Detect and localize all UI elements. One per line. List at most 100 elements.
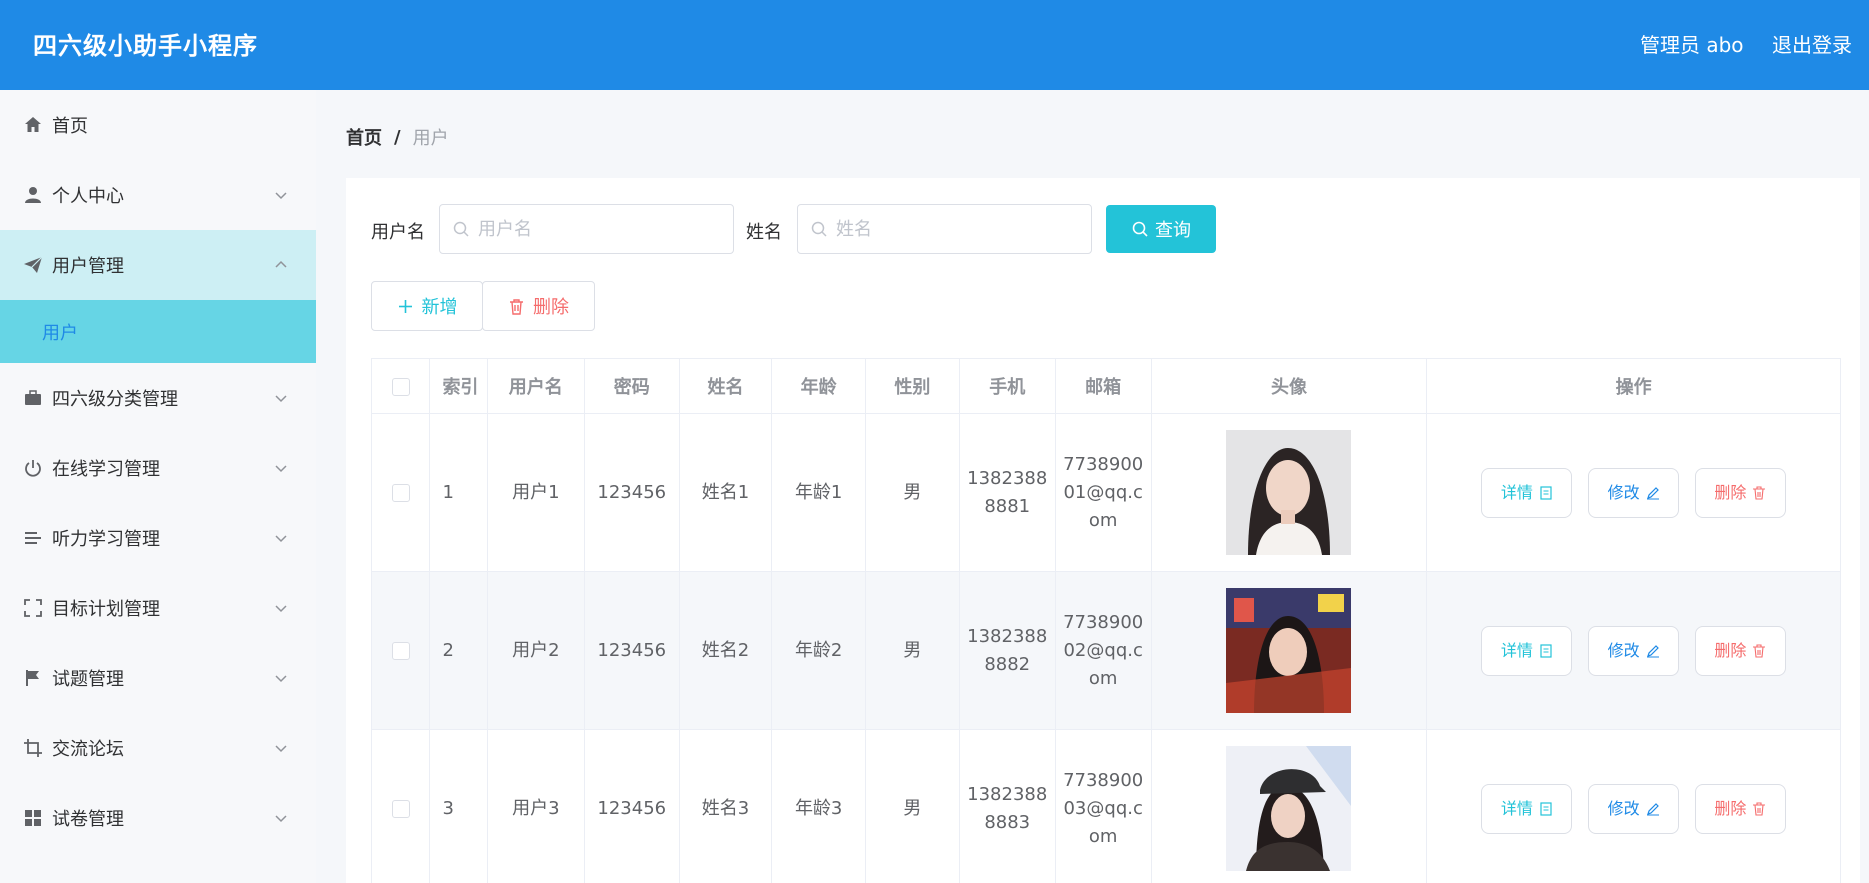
cell-name: 姓名3: [678, 729, 773, 883]
sidebar-item-home[interactable]: 首页: [0, 90, 316, 160]
sidebar-item-online-study[interactable]: 在线学习管理: [0, 433, 316, 503]
column-header-phone: 手机: [958, 358, 1056, 414]
detail-button-label: 详情: [1500, 482, 1533, 502]
cell-email: 773890002@qq.com: [1054, 571, 1152, 730]
batch-delete-button[interactable]: 删除: [482, 281, 595, 331]
sidebar-item-exam-paper[interactable]: 试卷管理: [0, 783, 316, 853]
briefcase-icon: [22, 387, 44, 409]
row-select-cell: [370, 729, 431, 883]
list-icon: [22, 527, 44, 549]
chevron-down-icon: [275, 605, 287, 613]
select-all-checkbox[interactable]: [391, 377, 410, 396]
sidebar-item-label: 个人中心: [52, 186, 124, 207]
pencil-icon: [1646, 644, 1659, 657]
delete-button-label: 删除: [1714, 482, 1747, 502]
breadcrumb-current: 用户: [412, 128, 449, 149]
column-header-index: 索引: [429, 358, 488, 414]
cell-gender: 男: [865, 571, 960, 730]
breadcrumb: 首页 / 用户: [346, 124, 449, 150]
phone-text: 13823888883: [967, 783, 1048, 833]
row-checkbox[interactable]: [391, 641, 410, 660]
table-row: 3 用户3 123456 姓名3 年龄3 男 13823888883 77389…: [370, 729, 1841, 883]
row-select-cell: [370, 571, 431, 730]
search-icon: [811, 221, 827, 237]
cell-age: 年龄1: [771, 413, 867, 572]
app-title: 四六级小助手小程序: [33, 32, 258, 60]
select-all-cell: [370, 358, 431, 414]
trash-icon: [1753, 485, 1766, 500]
detail-button[interactable]: 详情: [1481, 625, 1573, 676]
username-search-label: 用户名: [371, 222, 425, 243]
cell-username: 用户1: [486, 413, 585, 572]
trash-icon: [1753, 801, 1766, 816]
cell-avatar: [1150, 413, 1428, 572]
phone-text: 13823888881: [967, 467, 1048, 517]
row-checkbox[interactable]: [391, 799, 410, 818]
chevron-down-icon: [275, 192, 287, 200]
cell-actions: 详情 修改 删除: [1426, 729, 1841, 883]
sidebar-item-goal-plan[interactable]: 目标计划管理: [0, 573, 316, 643]
cell-username: 用户2: [486, 571, 585, 730]
breadcrumb-home[interactable]: 首页: [346, 124, 382, 150]
phone-text: 13823888882: [967, 625, 1048, 675]
cell-phone: 13823888882: [958, 571, 1056, 730]
username-search-box[interactable]: [439, 204, 734, 254]
cell-avatar: [1150, 571, 1428, 730]
delete-button[interactable]: 删除: [1694, 783, 1786, 834]
chevron-down-icon: [275, 745, 287, 753]
grid-icon: [22, 807, 44, 829]
edit-button[interactable]: 修改: [1588, 467, 1680, 518]
sidebar-item-label: 试卷管理: [52, 809, 124, 830]
edit-button[interactable]: 修改: [1588, 625, 1680, 676]
sidebar-item-label: 用户管理: [52, 256, 124, 277]
edit-button[interactable]: 修改: [1588, 783, 1680, 834]
trash-icon: [510, 298, 523, 315]
sidebar-item-forum[interactable]: 交流论坛: [0, 713, 316, 783]
cell-actions: 详情 修改 删除: [1426, 413, 1841, 572]
name-search-box[interactable]: [797, 204, 1092, 254]
avatar: [1226, 588, 1352, 713]
delete-button[interactable]: 删除: [1694, 625, 1786, 676]
crop-icon: [22, 737, 44, 759]
cell-password: 123456: [583, 729, 680, 883]
document-icon: [1540, 643, 1552, 658]
pencil-icon: [1646, 486, 1659, 499]
edit-button-label: 修改: [1607, 640, 1640, 660]
add-button[interactable]: 新增: [371, 281, 483, 331]
cell-actions: 详情 修改 删除: [1426, 571, 1841, 730]
user-icon: [22, 184, 44, 206]
sidebar-item-user-management[interactable]: 用户管理: [0, 230, 316, 300]
username-search-input[interactable]: [478, 218, 678, 240]
table-row: 1 用户1 123456 姓名1 年龄1 男 13823888881 77389…: [370, 413, 1841, 572]
plus-icon: [398, 299, 412, 313]
sidebar-item-label: 目标计划管理: [52, 599, 160, 620]
chevron-down-icon: [275, 535, 287, 543]
detail-button[interactable]: 详情: [1481, 467, 1573, 518]
logout-link[interactable]: 退出登录: [1772, 29, 1852, 58]
query-button[interactable]: 查询: [1106, 205, 1216, 253]
edit-button-label: 修改: [1607, 798, 1640, 818]
sidebar-item-cet-category[interactable]: 四六级分类管理: [0, 363, 316, 433]
top-bar: 四六级小助手小程序 管理员 abo 退出登录: [0, 0, 1869, 90]
cell-name: 姓名2: [678, 571, 773, 730]
cell-age: 年龄2: [771, 571, 867, 730]
sidebar-item-personal-center[interactable]: 个人中心: [0, 160, 316, 230]
name-search-label: 姓名: [746, 222, 782, 243]
row-checkbox[interactable]: [391, 483, 410, 502]
query-button-label: 查询: [1155, 220, 1191, 241]
cell-avatar: [1150, 729, 1428, 883]
avatar: [1226, 746, 1352, 871]
cell-email: 773890003@qq.com: [1054, 729, 1152, 883]
detail-button[interactable]: 详情: [1481, 783, 1573, 834]
cell-password: 123456: [583, 571, 680, 730]
user-table: 索引 用户名 密码 姓名 年龄 性别 手机 邮箱 头像 操作 1 用户1 123…: [370, 358, 1841, 883]
sidebar-item-listening-study[interactable]: 听力学习管理: [0, 503, 316, 573]
cell-gender: 男: [865, 729, 960, 883]
sidebar-subitem-users[interactable]: 用户: [0, 300, 316, 363]
delete-button[interactable]: 删除: [1694, 467, 1786, 518]
email-text: 773890002@qq.com: [1063, 611, 1144, 689]
home-icon: [22, 114, 44, 136]
name-search-input[interactable]: [836, 218, 1036, 240]
search-icon: [453, 221, 469, 237]
sidebar-item-question-management[interactable]: 试题管理: [0, 643, 316, 713]
